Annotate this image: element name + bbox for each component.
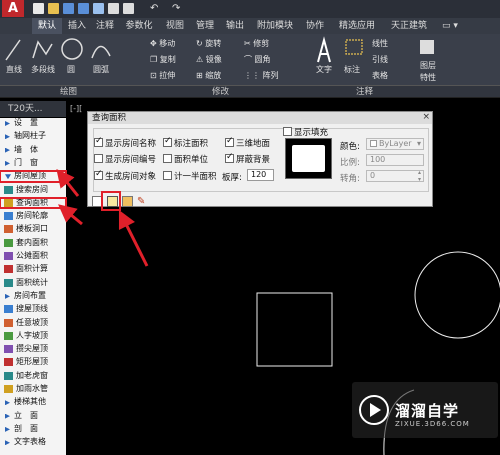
checkbox-label: 计一半面积 xyxy=(174,172,217,182)
close-icon[interactable]: × xyxy=(422,111,430,123)
checkbox-box xyxy=(283,127,292,136)
checkbox-label: 显示填充 xyxy=(294,128,329,138)
checkbox-box xyxy=(94,136,103,147)
color-swatch-icon xyxy=(370,140,377,147)
query-area-dialog: 查询面积 × 显示房间名称 显示房间编号 生成房间对象 标注面积 面积单位 计一半… xyxy=(87,111,433,207)
checkbox-box xyxy=(163,136,172,147)
pen-tool-icon[interactable]: ✎ xyxy=(137,196,148,207)
area-unit-checkbox[interactable]: 面积单位 xyxy=(163,154,208,165)
dialog-title-text: 查询面积 xyxy=(92,113,127,123)
angle-value: 0 xyxy=(370,171,376,180)
slab-thickness-input[interactable]: 120 xyxy=(247,169,274,181)
mark-area-checkbox[interactable]: 标注面积 xyxy=(163,136,209,149)
spinner-icon: ▴ ▾ xyxy=(417,169,421,183)
scale-label: 比例: xyxy=(340,158,360,168)
arrow-to-query-area xyxy=(58,204,83,226)
angle-input[interactable]: 0 ▴ ▾ xyxy=(366,169,424,183)
checkbox-label: 显示房间编号 xyxy=(105,155,157,165)
fill-preview-swatch xyxy=(292,145,325,172)
scale-input[interactable]: 100 xyxy=(366,154,424,166)
closed-area-tool-icon[interactable] xyxy=(122,196,133,207)
checkbox-box xyxy=(94,154,103,163)
show-room-number-checkbox[interactable]: 显示房间编号 xyxy=(94,154,156,165)
ground-3d-checkbox[interactable]: 三维地面 xyxy=(225,136,271,149)
color-select[interactable]: ByLayer ▾ xyxy=(366,138,424,150)
dialog-title: 查询面积 × xyxy=(88,112,432,124)
checkbox-box xyxy=(225,152,234,163)
chevron-down-icon: ▾ xyxy=(416,139,421,148)
generate-room-object-checkbox[interactable]: 生成房间对象 xyxy=(94,169,157,182)
checkbox-box xyxy=(163,154,172,163)
color-value: ByLayer xyxy=(379,139,412,148)
arrow-to-room-roof xyxy=(56,168,80,197)
shield-background-checkbox[interactable]: 屏蔽背景 xyxy=(225,152,271,165)
color-label: 颜色: xyxy=(340,142,360,152)
play-logo-icon xyxy=(359,395,389,425)
checkbox-label: 标注面积 xyxy=(174,139,209,149)
checkbox-label: 显示房间名称 xyxy=(105,139,157,149)
watermark-name: 溜溜自学 xyxy=(395,402,460,420)
checkbox-label: 屏蔽背景 xyxy=(236,155,271,165)
checkbox-box xyxy=(225,136,234,147)
selected-tool-highlight xyxy=(101,191,121,211)
slab-thickness-label: 板厚: xyxy=(222,173,242,183)
checkbox-label: 面积单位 xyxy=(174,155,209,165)
checkbox-label: 生成房间对象 xyxy=(105,172,157,182)
angle-label: 转角: xyxy=(340,174,360,184)
checkbox-label: 三维地面 xyxy=(236,139,271,149)
half-area-checkbox[interactable]: 计一半面积 xyxy=(163,171,217,182)
checkbox-box xyxy=(163,171,172,180)
show-room-name-checkbox[interactable]: 显示房间名称 xyxy=(94,136,157,149)
fill-preview[interactable] xyxy=(285,138,332,179)
watermark-site: ZIXUE.3D66.COM xyxy=(395,420,470,428)
checkbox-box xyxy=(94,169,103,180)
arrow-to-dialog-tool xyxy=(118,209,149,267)
show-fill-checkbox[interactable]: 显示填充 xyxy=(283,127,328,138)
